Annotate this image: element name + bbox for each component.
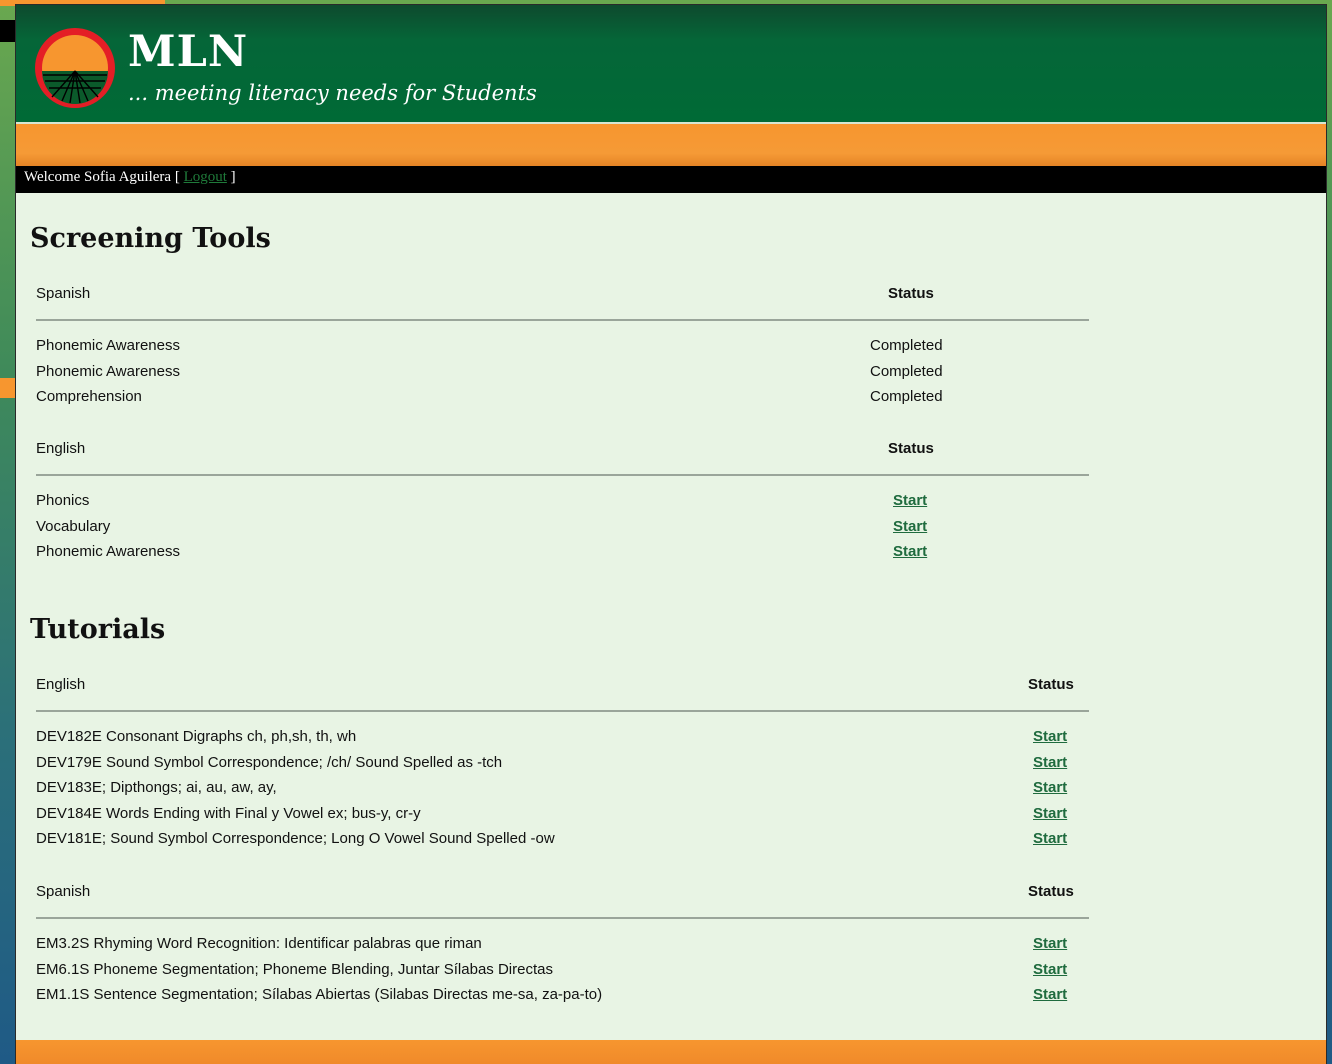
status-completed: Completed (870, 337, 943, 354)
start-link[interactable]: Start (1033, 931, 1067, 957)
table-heading: Spanish (36, 883, 91, 900)
welcome-suffix: ] (226, 169, 236, 185)
site-brand: MLN (128, 27, 249, 77)
orange-band (16, 124, 1326, 166)
row-label: Phonics (36, 492, 90, 509)
status-heading: Status (1028, 676, 1074, 693)
row-label: DEV179E Sound Symbol Correspondence; /ch… (36, 753, 503, 771)
table-row: Vocabulary Start (36, 514, 1089, 540)
row-label: Phonemic Awareness (36, 337, 180, 354)
divider (36, 319, 1089, 321)
table-heading: Spanish (36, 285, 91, 302)
table-row: EM1.1S Sentence Segmentation; Sílabas Ab… (36, 982, 1089, 1008)
screening-table-english: English Status Phonics Start Vocabulary … (36, 434, 1089, 565)
table-row: Phonemic Awareness Completed (36, 359, 1089, 385)
background-strip (0, 20, 16, 42)
table-row: EM6.1S Phoneme Segmentation; Phoneme Ble… (36, 957, 1089, 983)
row-label: DEV184E Words Ending with Final y Vowel … (36, 804, 421, 822)
start-link[interactable]: Start (1033, 724, 1067, 750)
footer-band (16, 1040, 1326, 1064)
row-label: DEV183E; Dipthongs; ai, au, aw, ay, (36, 779, 277, 797)
table-row: Comprehension Completed (36, 384, 1089, 410)
status-completed: Completed (870, 388, 943, 406)
divider (36, 710, 1089, 712)
table-row: Phonemic Awareness Start (36, 539, 1089, 565)
table-row: DEV183E; Dipthongs; ai, au, aw, ay, Star… (36, 775, 1089, 801)
table-row: DEV184E Words Ending with Final y Vowel … (36, 801, 1089, 827)
table-heading: English (36, 440, 86, 457)
start-link[interactable]: Start (893, 514, 927, 540)
start-link[interactable]: Start (1033, 750, 1067, 776)
start-link[interactable]: Start (1033, 982, 1067, 1008)
divider (36, 917, 1089, 919)
section-title-tutorials: Tutorials (30, 614, 166, 645)
start-link[interactable]: Start (1033, 801, 1067, 827)
start-link[interactable]: Start (1033, 826, 1067, 852)
table-row: DEV179E Sound Symbol Correspondence; /ch… (36, 750, 1089, 776)
start-link[interactable]: Start (893, 488, 927, 514)
table-row: Phonemic Awareness Completed (36, 333, 1089, 359)
status-completed: Completed (870, 362, 943, 380)
tutorials-table-english: English Status DEV182E Consonant Digraph… (36, 670, 1089, 852)
status-heading: Status (1028, 883, 1074, 900)
row-label: DEV182E Consonant Digraphs ch, ph,sh, th… (36, 728, 357, 745)
start-link[interactable]: Start (1033, 957, 1067, 983)
status-heading: Status (888, 440, 934, 457)
table-row: EM3.2S Rhyming Word Recognition: Identif… (36, 931, 1089, 957)
table-heading: English (36, 676, 86, 693)
row-label: Comprehension (36, 388, 142, 406)
page-frame: MLN ... meeting literacy needs for Stude… (16, 5, 1326, 1064)
welcome-bar: Welcome Sofia Aguilera [ Logout ] (16, 166, 1326, 193)
background-strip (0, 378, 16, 398)
divider (36, 474, 1089, 476)
table-row: DEV182E Consonant Digraphs ch, ph,sh, th… (36, 724, 1089, 750)
table-row: Phonics Start (36, 488, 1089, 514)
row-label: EM3.2S Rhyming Word Recognition: Identif… (36, 935, 482, 952)
row-label: Phonemic Awareness (36, 362, 180, 380)
screening-table-spanish: Spanish Status Phonemic Awareness Comple… (36, 279, 1089, 410)
logout-link[interactable]: Logout (184, 169, 227, 185)
mln-logo-icon (35, 28, 115, 108)
row-label: DEV181E; Sound Symbol Correspondence; Lo… (36, 830, 555, 848)
row-label: Vocabulary (36, 517, 111, 535)
tutorials-table-spanish: Spanish Status EM3.2S Rhyming Word Recog… (36, 877, 1089, 1008)
site-header: MLN ... meeting literacy needs for Stude… (16, 5, 1326, 124)
welcome-text: Welcome Sofia Aguilera [ (24, 169, 184, 185)
table-row: DEV181E; Sound Symbol Correspondence; Lo… (36, 826, 1089, 852)
start-link[interactable]: Start (1033, 775, 1067, 801)
row-label: EM6.1S Phoneme Segmentation; Phoneme Ble… (36, 960, 553, 978)
status-heading: Status (888, 285, 934, 302)
row-label: EM1.1S Sentence Segmentation; Sílabas Ab… (36, 986, 603, 1004)
row-label: Phonemic Awareness (36, 543, 180, 561)
start-link[interactable]: Start (893, 539, 927, 565)
site-tagline: ... meeting literacy needs for Students (128, 81, 537, 105)
section-title-screening-tools: Screening Tools (30, 223, 271, 254)
